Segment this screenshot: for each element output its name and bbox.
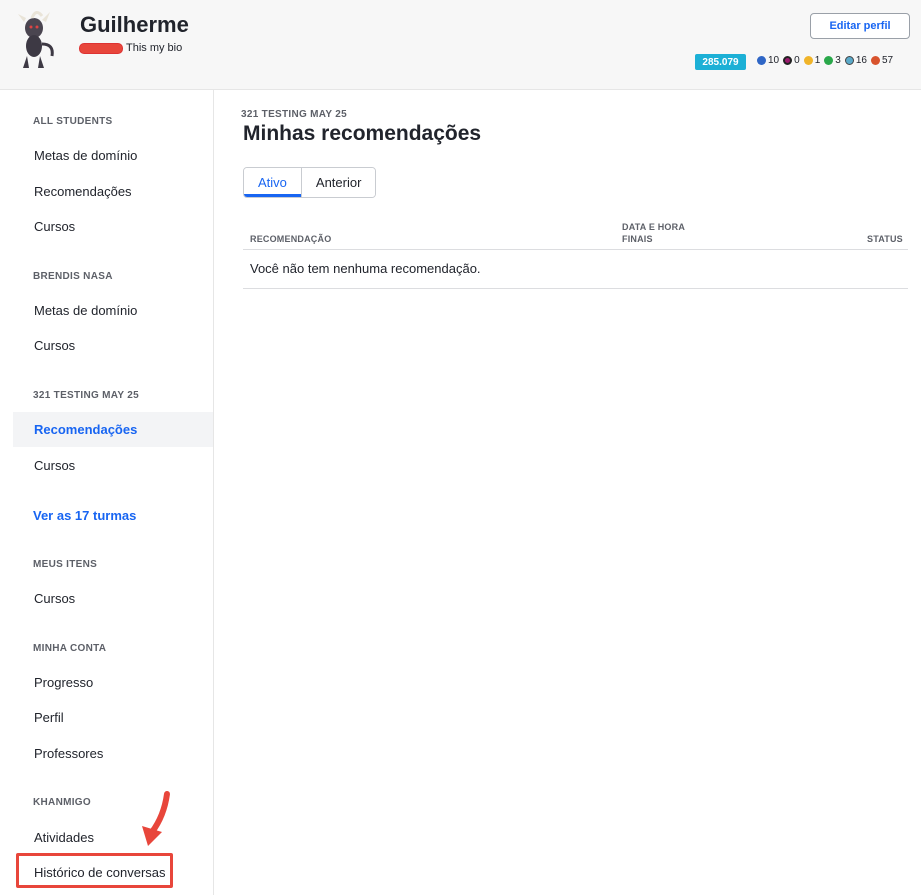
sidebar-item-mastery-goals[interactable]: Metas de domínio (13, 293, 213, 328)
bio-text: This my bio (126, 42, 183, 54)
avatar[interactable] (12, 8, 62, 72)
sidebar-item-activities[interactable]: Atividades (13, 820, 213, 855)
section-title-321-testing: 321 TESTING MAY 25 (33, 390, 140, 401)
divider (243, 249, 908, 250)
sidebar-item-courses[interactable]: Cursos (13, 328, 213, 363)
tab-group: Ativo Anterior (243, 167, 377, 198)
profile-header: Guilherme This my bio Editar perfil 285.… (0, 0, 921, 90)
sidebar-item-progress[interactable]: Progresso (13, 665, 213, 700)
sidebar-item-courses[interactable]: Cursos (13, 448, 213, 483)
divider (243, 288, 908, 289)
edit-profile-button[interactable]: Editar perfil (810, 13, 910, 39)
section-title-brendis-nasa: BRENDIS NASA (33, 271, 113, 282)
meteorite-badge[interactable]: 57 (870, 55, 894, 66)
arrow-icon (142, 791, 170, 846)
sidebar-item-profile[interactable]: Perfil (13, 700, 213, 735)
moon-badge-icon (844, 56, 854, 65)
column-header-recommendation[interactable]: RECOMENDAÇÃO (250, 233, 331, 245)
black-hole-badge[interactable]: 0 (783, 55, 800, 66)
column-header-due-line2: FINAIS (622, 234, 653, 244)
black-hole-badge-icon (783, 56, 793, 65)
section-title-khanmigo: KHANMIGO (33, 797, 91, 808)
badge-counts: 10 0 1 3 16 57 (757, 55, 893, 66)
badge-count: 1 (814, 55, 821, 66)
badge-count: 0 (794, 55, 800, 66)
mastery-badge[interactable]: 10 (757, 55, 779, 66)
sun-badge-icon (803, 56, 813, 65)
energy-points-badge[interactable]: 285.079 (695, 54, 746, 70)
mastery-badge-icon (757, 56, 766, 65)
empty-state-message: Você não tem nenhuma recomendação. (250, 261, 481, 276)
column-header-due-line1: DATA E HORA (622, 222, 686, 232)
section-title-my-items: MEUS ITENS (33, 559, 98, 570)
moon-badge[interactable]: 16 (844, 55, 867, 66)
section-title-my-account: MINHA CONTA (33, 643, 107, 654)
class-name: 321 TESTING MAY 25 (241, 109, 348, 120)
sidebar-item-teachers[interactable]: Professores (13, 736, 213, 771)
tab-previous[interactable]: Anterior (300, 168, 376, 197)
column-header-status[interactable]: STATUS (867, 233, 903, 245)
tab-active[interactable]: Ativo (244, 168, 301, 197)
sun-badge[interactable]: 1 (803, 55, 821, 66)
meteorite-badge-icon (870, 56, 880, 65)
highlight-box (16, 853, 173, 888)
badge-count: 10 (768, 55, 780, 66)
column-header-due-date[interactable]: DATA E HORA FINAIS (622, 221, 685, 245)
redaction-mark (80, 43, 122, 53)
page-title: Minhas recomendações (243, 122, 482, 145)
sidebar-item-courses[interactable]: Cursos (13, 209, 213, 244)
sidebar-item-recommendations-active[interactable]: Recomendações (13, 412, 213, 447)
badge-count: 3 (835, 55, 841, 66)
sidebar-item-courses[interactable]: Cursos (13, 581, 213, 616)
see-all-classes-link[interactable]: Ver as 17 turmas (33, 508, 136, 523)
badge-count: 16 (855, 55, 867, 66)
earth-badge[interactable]: 3 (824, 55, 841, 66)
sidebar-item-recommendations[interactable]: Recomendações (13, 174, 213, 209)
section-title-all-students: ALL STUDENTS (33, 116, 113, 127)
earth-badge-icon (824, 56, 834, 65)
badge-count: 57 (881, 55, 894, 66)
sidebar-item-mastery-goals[interactable]: Metas de domínio (13, 138, 213, 173)
username: Guilherme (80, 12, 189, 37)
bio-row: This my bio (80, 42, 182, 54)
